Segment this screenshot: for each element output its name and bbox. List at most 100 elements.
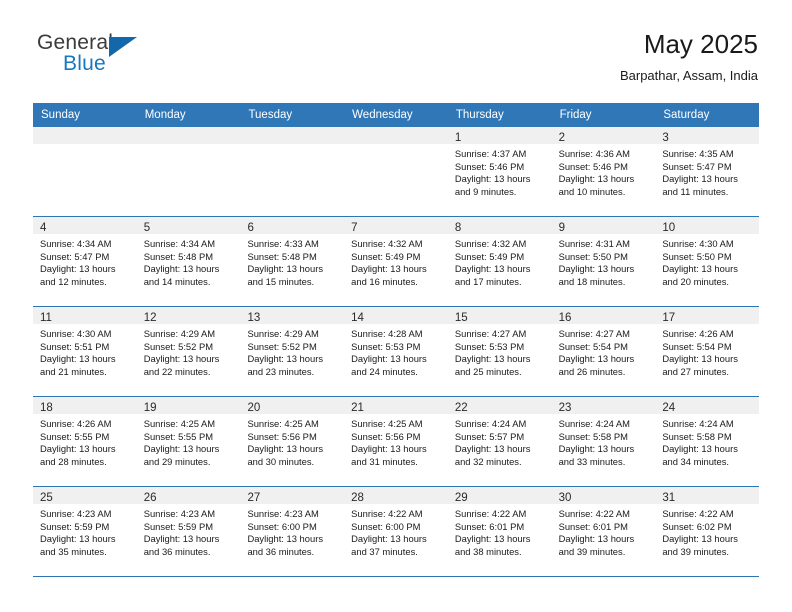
daylight-text-line2: and 38 minutes.	[454, 545, 522, 557]
day-cell[interactable]: 8 Sunrise: 4:32 AM Sunset: 5:49 PM Dayli…	[447, 217, 552, 306]
sunrise-text: Sunrise: 4:27 AM	[558, 328, 630, 339]
day-cell[interactable]: 31 Sunrise: 4:22 AM Sunset: 6:02 PM Dayl…	[655, 487, 760, 576]
sunrise-text: Sunrise: 4:24 AM	[662, 418, 734, 429]
day-number: 16	[558, 312, 572, 324]
sunrise-text: Sunrise: 4:22 AM	[351, 508, 423, 519]
daylight-text-line2: and 25 minutes.	[454, 365, 522, 377]
day-cell[interactable]	[344, 127, 448, 216]
day-cell[interactable]: 4 Sunrise: 4:34 AM Sunset: 5:47 PM Dayli…	[33, 217, 137, 306]
day-number: 29	[454, 492, 468, 504]
week-row: 1 Sunrise: 4:37 AM Sunset: 5:46 PM Dayli…	[33, 127, 760, 217]
daylight-text-line1: Daylight: 13 hours	[454, 173, 531, 185]
day-cell[interactable]: 19 Sunrise: 4:25 AM Sunset: 5:55 PM Dayl…	[136, 397, 241, 486]
day-cell[interactable]: 7 Sunrise: 4:32 AM Sunset: 5:49 PM Dayli…	[344, 217, 448, 306]
page-subtitle: Barpathar, Assam, India	[619, 68, 758, 83]
daylight-text-line2: and 31 minutes.	[351, 455, 418, 467]
sunrise-text: Sunrise: 4:23 AM	[40, 508, 112, 519]
daylight-text-line1: Daylight: 13 hours	[143, 353, 220, 365]
sunrise-text: Sunrise: 4:25 AM	[143, 418, 216, 429]
day-cell[interactable]: 14 Sunrise: 4:28 AM Sunset: 5:53 PM Dayl…	[344, 307, 448, 396]
day-cell[interactable]: 6 Sunrise: 4:33 AM Sunset: 5:48 PM Dayli…	[240, 217, 345, 306]
daylight-text-line1: Daylight: 13 hours	[558, 533, 635, 545]
day-cell[interactable]: 30 Sunrise: 4:22 AM Sunset: 6:01 PM Dayl…	[551, 487, 656, 576]
sunset-text: Sunset: 5:59 PM	[143, 520, 214, 532]
day-cell[interactable]: 22 Sunrise: 4:24 AM Sunset: 5:57 PM Dayl…	[447, 397, 552, 486]
day-number: 6	[247, 222, 254, 234]
sunset-text: Sunset: 5:49 PM	[454, 250, 525, 262]
weekday-monday: Monday	[144, 109, 186, 121]
sunset-text: Sunset: 5:46 PM	[558, 160, 628, 172]
day-number: 24	[662, 402, 676, 414]
weekday-wednesday: Wednesday	[352, 109, 413, 121]
day-number: 18	[40, 402, 53, 414]
day-cell[interactable]: 26 Sunrise: 4:23 AM Sunset: 5:59 PM Dayl…	[136, 487, 241, 576]
day-cell[interactable]: 25 Sunrise: 4:23 AM Sunset: 5:59 PM Dayl…	[33, 487, 137, 576]
sunset-text: Sunset: 5:52 PM	[247, 340, 317, 352]
title-block: May 2025 Barpathar, Assam, India	[620, 28, 758, 86]
daylight-text-line1: Daylight: 13 hours	[351, 443, 427, 455]
day-cell[interactable]: 24 Sunrise: 4:24 AM Sunset: 5:58 PM Dayl…	[655, 397, 760, 486]
daylight-text-line1: Daylight: 13 hours	[247, 533, 324, 545]
day-cell[interactable]: 9 Sunrise: 4:31 AM Sunset: 5:50 PM Dayli…	[551, 217, 656, 306]
day-cell[interactable]	[136, 127, 241, 216]
day-cell[interactable]: 20 Sunrise: 4:25 AM Sunset: 5:56 PM Dayl…	[240, 397, 345, 486]
sunset-text: Sunset: 5:48 PM	[247, 250, 317, 262]
daylight-text-line1: Daylight: 13 hours	[662, 533, 738, 545]
sunrise-text: Sunrise: 4:22 AM	[558, 508, 630, 519]
day-cell[interactable]: 28 Sunrise: 4:22 AM Sunset: 6:00 PM Dayl…	[344, 487, 448, 576]
day-cell[interactable]: 23 Sunrise: 4:24 AM Sunset: 5:58 PM Dayl…	[551, 397, 656, 486]
day-cell[interactable]: 13 Sunrise: 4:29 AM Sunset: 5:52 PM Dayl…	[240, 307, 345, 396]
day-number: 27	[247, 492, 261, 504]
sunset-text: Sunset: 5:48 PM	[143, 250, 214, 262]
day-cell[interactable]: 5 Sunrise: 4:34 AM Sunset: 5:48 PM Dayli…	[136, 217, 241, 306]
day-cell[interactable]: 29 Sunrise: 4:22 AM Sunset: 6:01 PM Dayl…	[447, 487, 552, 576]
sunset-text: Sunset: 6:01 PM	[454, 520, 525, 532]
day-cell[interactable]: 12 Sunrise: 4:29 AM Sunset: 5:52 PM Dayl…	[136, 307, 241, 396]
daylight-text-line1: Daylight: 13 hours	[143, 263, 220, 275]
day-number: 3	[662, 132, 669, 144]
sunrise-text: Sunrise: 4:30 AM	[662, 238, 734, 249]
daylight-text-line2: and 26 minutes.	[558, 365, 626, 377]
daylight-text-line1: Daylight: 13 hours	[143, 533, 220, 545]
weekday-header-row: Sunday Monday Tuesday Wednesday Thursday…	[33, 103, 759, 127]
day-cell[interactable]: 16 Sunrise: 4:27 AM Sunset: 5:54 PM Dayl…	[551, 307, 656, 396]
sunset-text: Sunset: 5:46 PM	[454, 160, 525, 172]
day-cell[interactable]: 1 Sunrise: 4:37 AM Sunset: 5:46 PM Dayli…	[447, 127, 552, 216]
daylight-text-line2: and 9 minutes.	[454, 185, 517, 197]
sunrise-text: Sunrise: 4:36 AM	[558, 148, 630, 159]
sunset-text: Sunset: 5:54 PM	[662, 340, 732, 352]
sunset-text: Sunset: 5:52 PM	[143, 340, 214, 352]
daylight-text-line1: Daylight: 13 hours	[143, 443, 220, 455]
sunset-text: Sunset: 5:47 PM	[40, 250, 110, 262]
sunset-text: Sunset: 6:02 PM	[662, 520, 732, 532]
general-blue-logo[interactable]: General Blue	[33, 31, 233, 89]
sunrise-text: Sunrise: 4:34 AM	[143, 238, 216, 249]
daylight-text-line1: Daylight: 13 hours	[662, 443, 738, 455]
day-cell[interactable]: 15 Sunrise: 4:27 AM Sunset: 5:53 PM Dayl…	[447, 307, 552, 396]
daylight-text-line2: and 35 minutes.	[40, 545, 107, 557]
daylight-text-line2: and 37 minutes.	[351, 545, 418, 557]
sunset-text: Sunset: 6:01 PM	[558, 520, 628, 532]
sunrise-text: Sunrise: 4:23 AM	[247, 508, 319, 519]
sunset-text: Sunset: 5:53 PM	[454, 340, 525, 352]
day-cell[interactable]	[240, 127, 345, 216]
day-cell[interactable]: 2 Sunrise: 4:36 AM Sunset: 5:46 PM Dayli…	[551, 127, 656, 216]
daylight-text-line2: and 18 minutes.	[558, 275, 626, 287]
day-cell[interactable]: 10 Sunrise: 4:30 AM Sunset: 5:50 PM Dayl…	[655, 217, 760, 306]
daylight-text-line1: Daylight: 13 hours	[558, 263, 635, 275]
day-number: 8	[454, 222, 462, 234]
day-number: 31	[662, 492, 676, 504]
day-cell[interactable]: 27 Sunrise: 4:23 AM Sunset: 6:00 PM Dayl…	[240, 487, 345, 576]
sunrise-text: Sunrise: 4:24 AM	[558, 418, 630, 429]
day-cell[interactable]	[33, 127, 137, 216]
day-cell[interactable]: 17 Sunrise: 4:26 AM Sunset: 5:54 PM Dayl…	[655, 307, 760, 396]
day-number: 1	[454, 132, 462, 144]
calendar-grid: Sunday Monday Tuesday Wednesday Thursday…	[33, 103, 760, 577]
day-cell[interactable]: 11 Sunrise: 4:30 AM Sunset: 5:51 PM Dayl…	[33, 307, 137, 396]
day-cell[interactable]: 3 Sunrise: 4:35 AM Sunset: 5:47 PM Dayli…	[655, 127, 760, 216]
sunset-text: Sunset: 5:55 PM	[40, 430, 110, 442]
day-cell[interactable]: 18 Sunrise: 4:26 AM Sunset: 5:55 PM Dayl…	[33, 397, 137, 486]
day-cell[interactable]: 21 Sunrise: 4:25 AM Sunset: 5:56 PM Dayl…	[344, 397, 448, 486]
sunset-text: Sunset: 5:53 PM	[351, 340, 421, 352]
daylight-text-line2: and 15 minutes.	[247, 275, 315, 287]
